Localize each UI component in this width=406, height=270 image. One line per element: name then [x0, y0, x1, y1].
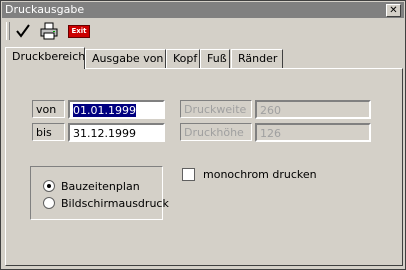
- tab-ausgabe-von[interactable]: Ausgabe von: [85, 49, 166, 68]
- exit-button[interactable]: Exit: [68, 21, 90, 41]
- exit-icon: Exit: [68, 24, 90, 38]
- print-width-field: 260: [255, 100, 371, 119]
- tab-druckbereich[interactable]: Druckbereich: [5, 47, 85, 69]
- from-label: von: [32, 100, 65, 118]
- window-title: Druckausgabe: [5, 3, 85, 16]
- toolbar-grip-icon: [6, 22, 10, 40]
- radio-label: Bauzeitenplan: [61, 179, 140, 193]
- to-label: bis: [32, 123, 65, 141]
- print-width-label: Druckweite: [180, 100, 252, 118]
- radio-selected-icon: [43, 180, 55, 192]
- monochrome-checkbox[interactable]: monochrom drucken: [182, 167, 317, 181]
- radio-label: Bildschirmausdruck: [61, 196, 169, 210]
- toolbar: Exit: [3, 20, 403, 42]
- to-date-field[interactable]: 31.12.1999: [68, 123, 165, 142]
- radio-bauzeitenplan[interactable]: Bauzeitenplan: [43, 179, 140, 193]
- title-bar: Druckausgabe ✕: [2, 2, 404, 18]
- printer-icon: [40, 22, 58, 40]
- output-mode-group: Bauzeitenplan Bildschirmausdruck: [30, 166, 169, 220]
- monochrome-label: monochrom drucken: [203, 167, 317, 181]
- checkmark-icon: [16, 24, 30, 38]
- confirm-button[interactable]: [13, 21, 33, 41]
- radio-bildschirmausdruck[interactable]: Bildschirmausdruck: [43, 196, 169, 210]
- from-date-field[interactable]: 01.01.1999: [68, 100, 165, 119]
- tab-fuss[interactable]: Fuß: [200, 49, 230, 68]
- checkbox-icon: [182, 167, 195, 181]
- from-date-value: 01.01.1999: [73, 104, 136, 117]
- radio-unselected-icon: [43, 197, 55, 209]
- tab-panel-druckbereich: von 01.01.1999 bis 31.12.1999 Druckweite…: [5, 68, 403, 266]
- tab-raender[interactable]: Ränder: [231, 49, 283, 68]
- print-dialog: Druckausgabe ✕ Exit Druckbereich Ausgabe…: [0, 0, 406, 270]
- print-height-field: 126: [255, 123, 371, 142]
- print-height-label: Druckhöhe: [180, 123, 252, 141]
- print-button[interactable]: [39, 21, 59, 41]
- tab-kopf[interactable]: Kopf: [166, 49, 200, 68]
- close-button[interactable]: ✕: [386, 4, 401, 17]
